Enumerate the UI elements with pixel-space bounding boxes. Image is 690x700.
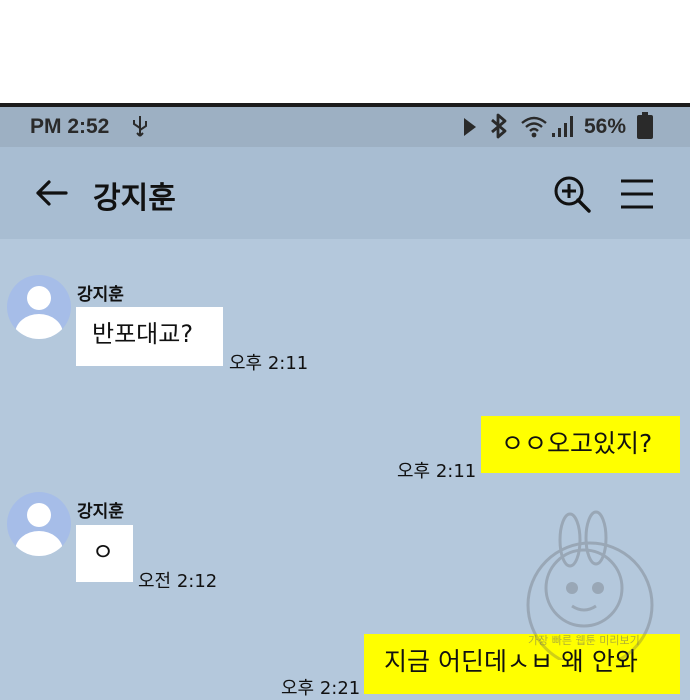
sender-name: 강지훈 [77,502,124,522]
battery-percent: 56% [584,115,627,138]
signal-icon [550,113,578,144]
status-time: PM 2:52 [30,115,110,138]
message-bubble-incoming[interactable]: 반포대교? [76,307,223,366]
top-blank-area [0,0,690,103]
location-arrow-icon [462,116,478,143]
back-button[interactable] [32,173,72,213]
search-button[interactable] [552,174,592,214]
bluetooth-icon [488,112,510,145]
chat-title: 강지훈 [93,181,176,216]
message-bubble-outgoing[interactable]: ㅇㅇ오고있지? [481,416,680,473]
watermark-text: 가장 빠른 웹툰 미리보기 [528,634,640,647]
message-bubble-incoming[interactable]: ㅇ [76,525,133,582]
battery-icon [635,111,655,146]
chat-header: 강지훈 [0,147,690,239]
avatar[interactable] [7,492,71,556]
wifi-icon [520,113,548,144]
sender-name: 강지훈 [77,285,124,305]
usb-icon [131,114,149,145]
search-zoom-icon [552,176,592,218]
message-time: 오후 2:11 [397,461,477,482]
avatar[interactable] [7,275,71,339]
message-time: 오후 2:11 [229,353,309,374]
phone-screen: PM 2:52 56% 강지훈 강지훈 반포대교? 오후 2:11 오후 2:1… [0,103,690,700]
back-arrow-icon [32,180,72,217]
message-time: 오후 2:21 [281,678,361,699]
hamburger-menu-icon [619,179,655,215]
menu-button[interactable] [619,177,655,211]
status-bar: PM 2:52 56% [0,107,690,147]
message-time: 오전 2:12 [138,571,218,592]
